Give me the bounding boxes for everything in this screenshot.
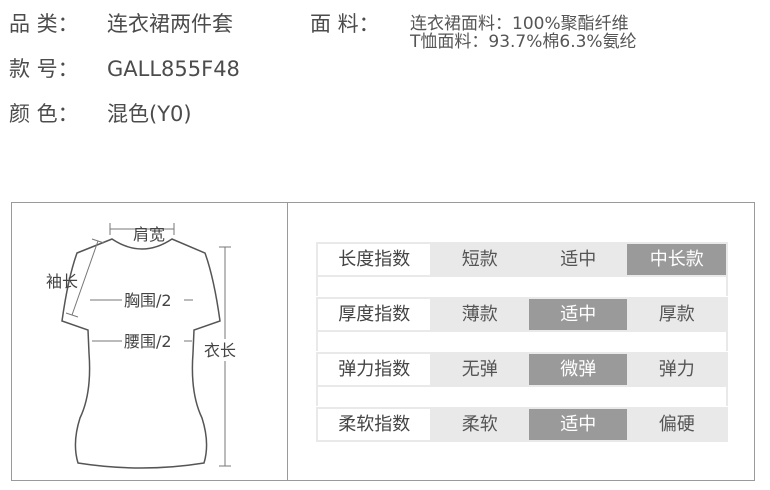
- color-label: 颜 色：: [9, 102, 79, 126]
- index-option: 薄款: [430, 299, 529, 330]
- style-no-value: GALL855F48: [107, 57, 240, 81]
- category-row: 品 类： 连衣裙两件套: [9, 12, 233, 36]
- index-name: 厚度指数: [318, 299, 431, 330]
- index-name: 弹力指数: [318, 354, 431, 385]
- index-name: 长度指数: [318, 244, 431, 275]
- sleeve-label: 袖长: [46, 272, 78, 291]
- index-option: 无弹: [430, 354, 529, 385]
- category-label: 品 类：: [9, 12, 79, 36]
- index-name: 柔软指数: [318, 409, 431, 440]
- index-option-selected: 适中: [528, 299, 628, 330]
- waist-label: 腰围/2: [124, 332, 172, 351]
- row-gap: [316, 387, 728, 406]
- style-no-row: 款 号： GALL855F48: [9, 57, 240, 81]
- color-value: 混色(Y0): [107, 102, 192, 126]
- color-row: 颜 色： 混色(Y0): [9, 102, 192, 126]
- index-row-elasticity: 弹力指数 无弹 微弹 弹力: [316, 352, 728, 387]
- material-line-2: T恤面料：93.7%棉6.3%氨纶: [410, 32, 637, 52]
- index-option: 厚款: [627, 299, 726, 330]
- index-option: 柔软: [430, 409, 529, 440]
- index-option: 短款: [430, 244, 529, 275]
- category-value: 连衣裙两件套: [107, 12, 233, 36]
- index-row-softness: 柔软指数 柔软 适中 偏硬: [316, 407, 728, 442]
- index-option: 适中: [528, 244, 628, 275]
- row-gap: [316, 332, 728, 351]
- material-label: 面 料：: [310, 12, 380, 36]
- length-label: 衣长: [204, 341, 236, 360]
- row-gap: [316, 277, 728, 296]
- index-option-selected: 适中: [528, 409, 628, 440]
- index-option: 弹力: [627, 354, 726, 385]
- chest-label: 胸围/2: [124, 291, 172, 310]
- shoulder-label: 肩宽: [133, 225, 165, 244]
- dress-outline-icon: [61, 238, 221, 469]
- material-line-1: 连衣裙面料：100%聚酯纤维: [410, 14, 629, 34]
- index-option-selected: 中长款: [627, 244, 726, 275]
- index-option-selected: 微弹: [528, 354, 628, 385]
- index-row-thickness: 厚度指数 薄款 适中 厚款: [316, 297, 728, 332]
- style-no-label: 款 号：: [9, 57, 79, 81]
- panel-divider: [287, 202, 288, 481]
- index-option: 偏硬: [627, 409, 726, 440]
- index-row-length: 长度指数 短款 适中 中长款: [316, 242, 728, 277]
- garment-measure-figure: 肩宽 袖长 胸围/2 腰围/2 衣长: [46, 223, 246, 469]
